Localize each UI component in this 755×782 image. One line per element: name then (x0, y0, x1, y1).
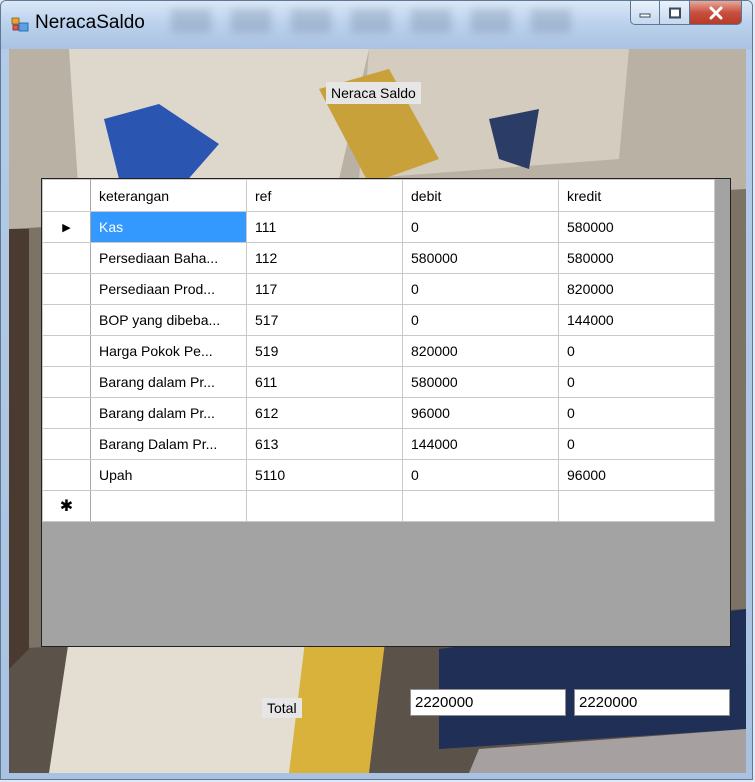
cell-kredit[interactable]: 580000 (558, 242, 715, 274)
title-bar[interactable]: NeracaSaldo (1, 1, 752, 49)
cell-kredit[interactable]: 580000 (558, 211, 715, 243)
row-header[interactable] (42, 304, 91, 336)
row-header[interactable] (42, 428, 91, 460)
column-header-debit[interactable]: debit (402, 179, 559, 212)
new-cell-kredit[interactable] (558, 490, 715, 522)
cell-kredit[interactable]: 0 (558, 335, 715, 367)
grid-header-row: keterangan ref debit kredit (42, 179, 715, 212)
cell-ref[interactable]: 519 (246, 335, 403, 367)
cell-keterangan[interactable]: Barang Dalam Pr... (90, 428, 247, 460)
cell-keterangan[interactable]: Barang dalam Pr... (90, 366, 247, 398)
cell-debit[interactable]: 0 (402, 211, 559, 243)
cell-ref[interactable]: 613 (246, 428, 403, 460)
cell-ref[interactable]: 611 (246, 366, 403, 398)
row-header[interactable] (42, 459, 91, 491)
form-client-area: Neraca Saldo keterangan ref debit kredit… (9, 49, 746, 773)
maximize-button[interactable] (660, 1, 690, 25)
caption-buttons (630, 1, 742, 27)
row-header[interactable] (42, 273, 91, 305)
cell-kredit[interactable]: 0 (558, 366, 715, 398)
cell-keterangan[interactable]: Persediaan Baha... (90, 242, 247, 274)
cell-keterangan[interactable]: Persediaan Prod... (90, 273, 247, 305)
cell-debit[interactable]: 144000 (402, 428, 559, 460)
cell-keterangan[interactable]: Harga Pokok Pe... (90, 335, 247, 367)
cell-debit[interactable]: 0 (402, 273, 559, 305)
form-heading-label: Neraca Saldo (326, 82, 421, 104)
row-header[interactable] (42, 242, 91, 274)
table-row[interactable]: BOP yang dibeba... 517 0 144000 (42, 304, 715, 336)
new-cell-debit[interactable] (402, 490, 559, 522)
table-row[interactable]: Barang dalam Pr... 612 96000 0 (42, 397, 715, 429)
cell-ref[interactable]: 112 (246, 242, 403, 274)
cell-ref[interactable]: 517 (246, 304, 403, 336)
cell-kredit[interactable]: 96000 (558, 459, 715, 491)
cell-kredit[interactable]: 0 (558, 397, 715, 429)
column-header-kredit[interactable]: kredit (558, 179, 715, 212)
new-cell-ref[interactable] (246, 490, 403, 522)
new-row-asterisk-icon[interactable]: ✱ (42, 490, 91, 522)
new-cell-keterangan[interactable] (90, 490, 247, 522)
minimize-button[interactable] (630, 1, 660, 25)
cell-kredit[interactable]: 0 (558, 428, 715, 460)
cell-debit[interactable]: 820000 (402, 335, 559, 367)
close-icon (709, 6, 722, 19)
current-row-indicator-icon[interactable]: ▶ (42, 211, 91, 243)
window-title: NeracaSaldo (35, 12, 145, 33)
grid-table: keterangan ref debit kredit ▶ Kas 111 0 … (42, 179, 715, 522)
form-icon (11, 17, 29, 32)
cell-kredit[interactable]: 820000 (558, 273, 715, 305)
row-header[interactable] (42, 397, 91, 429)
cell-ref[interactable]: 5110 (246, 459, 403, 491)
table-row[interactable]: Persediaan Baha... 112 580000 580000 (42, 242, 715, 274)
total-label: Total (262, 698, 302, 718)
row-header-corner[interactable] (42, 179, 91, 212)
cell-debit[interactable]: 0 (402, 459, 559, 491)
cell-debit[interactable]: 580000 (402, 242, 559, 274)
cell-keterangan[interactable]: Barang dalam Pr... (90, 397, 247, 429)
title-bar-background-blur (171, 9, 591, 33)
column-header-ref[interactable]: ref (246, 179, 403, 212)
column-header-keterangan[interactable]: keterangan (90, 179, 247, 212)
cell-debit[interactable]: 0 (402, 304, 559, 336)
cell-ref[interactable]: 612 (246, 397, 403, 429)
cell-keterangan[interactable]: BOP yang dibeba... (90, 304, 247, 336)
cell-keterangan[interactable]: Upah (90, 459, 247, 491)
cell-debit[interactable]: 96000 (402, 397, 559, 429)
new-row[interactable]: ✱ (42, 490, 715, 522)
main-window: NeracaSaldo Neraca Saldo keterangan ref … (0, 0, 753, 780)
cell-ref[interactable]: 111 (246, 211, 403, 243)
table-row[interactable]: Harga Pokok Pe... 519 820000 0 (42, 335, 715, 367)
cell-keterangan[interactable]: Kas (90, 211, 247, 243)
data-grid[interactable]: keterangan ref debit kredit ▶ Kas 111 0 … (41, 178, 731, 647)
table-row[interactable]: Upah 5110 0 96000 (42, 459, 715, 491)
minimize-icon (639, 13, 651, 17)
table-row[interactable]: Barang Dalam Pr... 613 144000 0 (42, 428, 715, 460)
row-header[interactable] (42, 335, 91, 367)
close-button[interactable] (690, 1, 742, 25)
total-debit-field[interactable] (410, 689, 566, 716)
cell-debit[interactable]: 580000 (402, 366, 559, 398)
cell-ref[interactable]: 117 (246, 273, 403, 305)
table-row[interactable]: Barang dalam Pr... 611 580000 0 (42, 366, 715, 398)
maximize-icon (668, 7, 681, 18)
row-header[interactable] (42, 366, 91, 398)
table-row[interactable]: Persediaan Prod... 117 0 820000 (42, 273, 715, 305)
total-kredit-field[interactable] (574, 689, 730, 716)
cell-kredit[interactable]: 144000 (558, 304, 715, 336)
table-row[interactable]: ▶ Kas 111 0 580000 (42, 211, 715, 243)
